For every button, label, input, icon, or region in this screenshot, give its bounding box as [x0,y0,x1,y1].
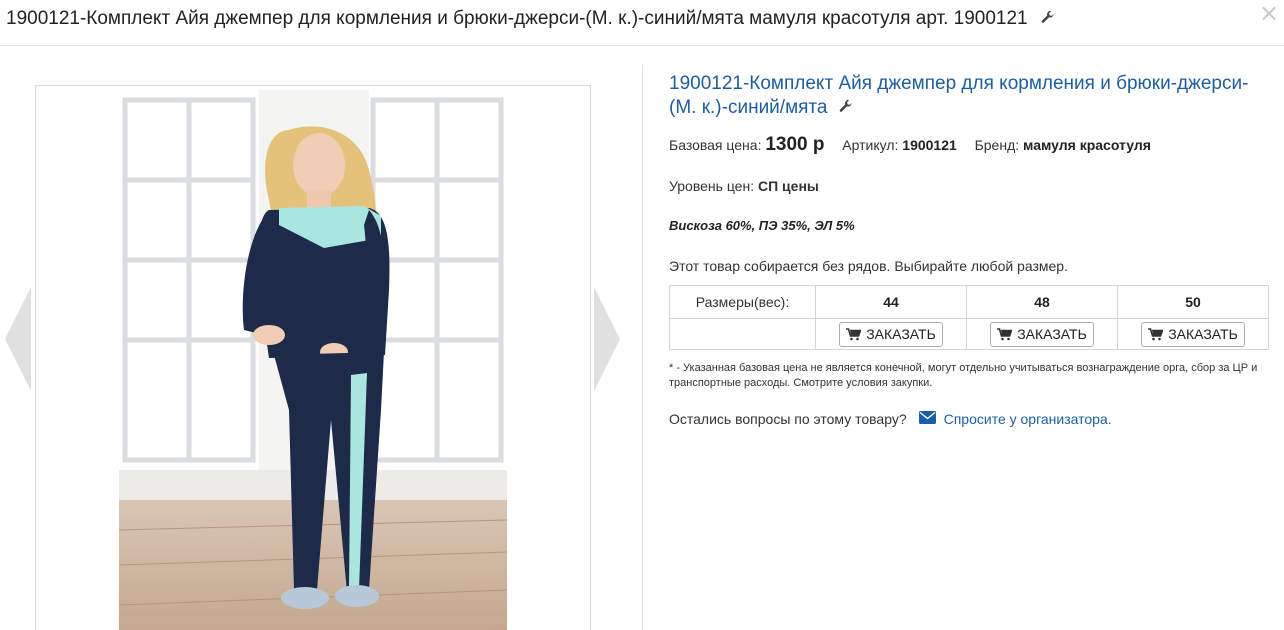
mail-icon[interactable] [918,411,936,427]
wrench-icon[interactable] [1041,8,1055,30]
order-cell: ЗАКАЗАТЬ [966,318,1118,351]
size-cell: 48 [966,285,1118,320]
question-block: Остались вопросы по этому товару? Спроси… [669,411,1269,427]
modal-title: 1900121-Комплект Айя джемпер для кормлен… [6,8,1055,30]
sizes-notice: Этот товар собирается без рядов. Выбирай… [669,258,1068,275]
product-title-text[interactable]: 1900121-Комплект Айя джемпер для кормлен… [669,73,1248,118]
order-button-label: ЗАКАЗАТЬ [1017,326,1087,343]
size-cell: 44 [815,285,967,320]
order-row: ЗАКАЗАТЬ ЗАКАЗАТЬ ЗАКАЗАТЬ [669,318,1269,351]
order-button-44[interactable]: ЗАКАЗАТЬ [839,321,943,347]
product-image[interactable] [119,90,507,630]
modal-header: 1900121-Комплект Айя джемпер для кормлен… [0,0,1284,46]
composition: Вискоза 60%, ПЭ 35%, ЭЛ 5% [669,218,855,234]
size-cell: 50 [1117,285,1269,320]
price-level-value: СП цены [757,178,819,195]
sizes-row: Размеры(вес): 44 48 50 [669,285,1269,320]
question-text: Остались вопросы по этому товару? [669,411,907,428]
price-footnote: * - Указанная базовая цена не является к… [669,362,1258,390]
arrow-right-icon[interactable] [594,287,622,396]
price-level-label: Уровень цен: [669,178,755,195]
order-button-50[interactable]: ЗАКАЗАТЬ [1141,321,1245,347]
order-cell: ЗАКАЗАТЬ [1117,318,1269,351]
close-icon[interactable]: × [1259,0,1279,27]
price-level: Уровень цен: СП цены [669,178,1269,194]
arrow-left-icon[interactable] [5,287,33,396]
ask-organizer-link[interactable]: Спросите у организатора. [944,411,1112,427]
order-button-48[interactable]: ЗАКАЗАТЬ [990,321,1094,347]
base-price-label: Базовая цена: [669,137,762,154]
sizes-header-label: Размеры(вес): [669,285,816,320]
product-title: 1900121-Комплект Айя джемпер для кормлен… [669,72,1249,120]
brand-label: Бренд: [974,137,1020,154]
cart-icon [846,327,862,340]
order-button-label: ЗАКАЗАТЬ [1168,326,1238,343]
column-divider [642,65,643,630]
price-value: 1300 р [765,134,825,156]
order-button-label: ЗАКАЗАТЬ [866,326,936,343]
close-button[interactable]: × [1258,0,1280,27]
product-image-frame[interactable] [35,85,591,630]
article-value: 1900121 [902,137,957,154]
sizes-table: Размеры(вес): 44 48 50 ЗАКАЗАТЬ ЗАКАЗАТЬ [669,285,1269,351]
article-label: Артикул: [842,137,899,154]
price-meta: Базовая цена: 1300 р Артикул: 1900121 Бр… [669,134,1269,156]
modal-title-text: 1900121-Комплект Айя джемпер для кормлен… [6,8,1028,30]
brand-value: мамуля красотуля [1023,137,1151,154]
order-cell: ЗАКАЗАТЬ [815,318,967,351]
cart-icon [997,327,1013,340]
product-gallery [0,47,642,630]
empty-cell [669,318,816,351]
product-info: 1900121-Комплект Айя джемпер для кормлен… [669,72,1269,427]
wrench-icon[interactable] [839,96,853,120]
cart-icon [1148,327,1164,340]
